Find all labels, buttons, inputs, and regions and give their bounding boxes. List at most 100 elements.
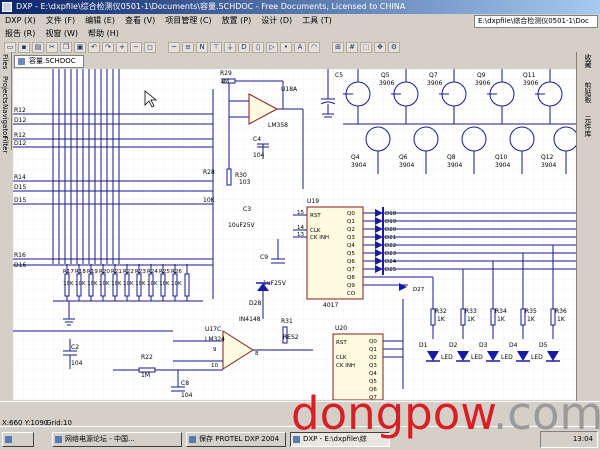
select-icon[interactable]: ⬚	[360, 41, 372, 53]
menu-help[interactable]: 帮助 (H)	[83, 27, 124, 40]
q8-ref: Q8	[447, 154, 456, 161]
c2-val: 104	[71, 360, 83, 367]
u20-pin-rst: RST	[336, 340, 347, 346]
bus-tool-icon[interactable]: ≡	[182, 41, 194, 53]
open-icon[interactable]: ▭	[4, 41, 16, 53]
diode-label: D20	[385, 227, 397, 233]
compile-icon[interactable]: ⚙	[388, 41, 400, 53]
taskbar-item[interactable]: 保存 PROTEL DXP 2004	[186, 432, 286, 447]
r30-ref: R30	[235, 172, 247, 179]
resistor-value: 10K	[123, 281, 134, 287]
power-port-icon[interactable]: ⊤	[210, 41, 222, 53]
r31-ref: R31	[281, 318, 293, 325]
paste-icon[interactable]: ▣	[74, 41, 86, 53]
start-button[interactable]	[2, 432, 34, 447]
menu-reports[interactable]: 报告 (R)	[0, 27, 40, 40]
q10-part: 3904	[495, 162, 510, 169]
ground-icon[interactable]: ⏚	[224, 41, 236, 53]
c3-val: 10uF25V	[228, 222, 256, 229]
taskbar-item[interactable]: 网络电源论坛 - 中国...	[52, 432, 182, 447]
resistor-ref: R20	[99, 269, 110, 275]
port-icon[interactable]: ▷	[266, 41, 278, 53]
r35-ref: R35	[525, 308, 537, 315]
align-icon[interactable]: ⊞	[332, 41, 344, 53]
arc-icon[interactable]: ◠	[308, 41, 320, 53]
q12-ref: Q12	[541, 154, 554, 161]
panel-tab-navigator[interactable]: Navigator	[1, 104, 9, 138]
c8-ref: C8	[181, 380, 189, 387]
led-part: LED	[531, 354, 543, 361]
u20-ref: U20	[335, 325, 347, 332]
r36-val: 1K	[557, 316, 566, 323]
main-toolbar: ▭ ▪ ▤ ✂ ❐ ▣ ↶ ↷ + − ◻ ~ ≡ N ⊤ ⏚ D ▯ ▷ • …	[0, 40, 600, 54]
place-part-icon[interactable]: D	[238, 41, 250, 53]
u20-out: Q0	[369, 339, 377, 345]
resistor-value: 10K	[135, 281, 146, 287]
u17-pin: 10	[211, 363, 218, 369]
zoom-out-icon[interactable]: −	[130, 41, 142, 53]
document-path-combo[interactable]: E:\dxpfile\综合检测仪0501-1\Doc	[474, 15, 598, 28]
panel-tab-files[interactable]: Files	[1, 54, 9, 69]
app-icon	[2, 2, 12, 12]
d28-part: IN4148	[239, 316, 261, 323]
q9-ref: Q9	[477, 72, 486, 79]
save-icon[interactable]: ▪	[18, 41, 30, 53]
panel-tab-favorites[interactable]: 收藏	[583, 54, 593, 68]
resistor-value: 10K	[75, 281, 86, 287]
led-part: LED	[501, 354, 513, 361]
document-tab[interactable]: 容量.SCHDOC	[14, 55, 84, 68]
resistor-ref: R18	[75, 269, 86, 275]
panel-tab-libraries[interactable]: 元件库	[583, 116, 593, 137]
schematic-canvas[interactable]: R12 D12 R12 D12 R14 D15 D15 R16 D16 R17 …	[13, 69, 576, 400]
wire-tool-icon[interactable]: ~	[168, 41, 180, 53]
panel-tab-clipboard[interactable]: 剪贴板	[583, 82, 593, 103]
zoom-fit-icon[interactable]: ◻	[144, 41, 156, 53]
copy-icon[interactable]: ❐	[60, 41, 72, 53]
left-panel-tabs: Files Projects Navigator Filter	[0, 52, 12, 153]
junction-icon[interactable]: •	[280, 41, 292, 53]
resistor-value: 10K	[171, 281, 182, 287]
menu-dxp[interactable]: DXP (X)	[0, 14, 41, 27]
c4-ref: C4	[253, 136, 261, 143]
u19-pin-rst: RST	[310, 213, 321, 219]
grid-icon[interactable]: #	[346, 41, 358, 53]
net-label-icon[interactable]: N	[196, 41, 208, 53]
net-label: D15	[14, 197, 26, 204]
cut-icon[interactable]: ✂	[46, 41, 58, 53]
menu-edit[interactable]: 编辑 (E)	[80, 14, 120, 27]
u19-out: Q0	[347, 211, 355, 217]
u19-ref: U19	[307, 198, 319, 205]
watermark-text: dongpow	[291, 387, 493, 440]
sheet-symbol-icon[interactable]: ▯	[252, 41, 264, 53]
u19-out: Q2	[347, 227, 355, 233]
window-titlebar[interactable]: DXP - E:\dxpfile\综合检测仪0501-1\Documents\容…	[0, 0, 600, 14]
diode-label: D18	[385, 211, 397, 217]
menu-design[interactable]: 设计 (D)	[256, 14, 297, 27]
resistor-ref: R26	[171, 269, 182, 275]
c5-ref: C5	[335, 72, 343, 79]
panel-tab-projects[interactable]: Projects	[1, 76, 9, 104]
text-icon[interactable]: A	[294, 41, 306, 53]
menu-view[interactable]: 查看 (V)	[120, 14, 160, 27]
menu-project[interactable]: 项目管理 (C)	[160, 14, 216, 27]
u18-ref: U18A	[281, 86, 298, 93]
schematic-drawing: R12 D12 R12 D12 R14 D15 D15 R16 D16 R17 …	[13, 69, 576, 400]
redo-icon[interactable]: ↷	[102, 41, 114, 53]
undo-icon[interactable]: ↶	[88, 41, 100, 53]
diode-label: D22	[385, 243, 396, 249]
menu-window[interactable]: 视窗 (W)	[40, 27, 83, 40]
print-icon[interactable]: ▤	[32, 41, 44, 53]
r34-val: 1K	[497, 316, 506, 323]
u19-out: Q4	[347, 243, 355, 249]
menu-file[interactable]: 文件 (F)	[41, 14, 80, 27]
menu-place[interactable]: 放置 (P)	[217, 14, 257, 27]
menu-tools[interactable]: 工具 (T)	[297, 14, 337, 27]
zoom-in-icon[interactable]: +	[116, 41, 128, 53]
q12-part: 3904	[541, 162, 556, 169]
panel-tab-filter[interactable]: Filter	[1, 136, 9, 153]
r27-val: 10K	[203, 197, 216, 204]
diode-label: D24	[385, 259, 397, 265]
move-icon[interactable]: ✥	[374, 41, 386, 53]
u20-out: Q1	[369, 347, 377, 353]
u17-pin: 9	[213, 347, 217, 353]
